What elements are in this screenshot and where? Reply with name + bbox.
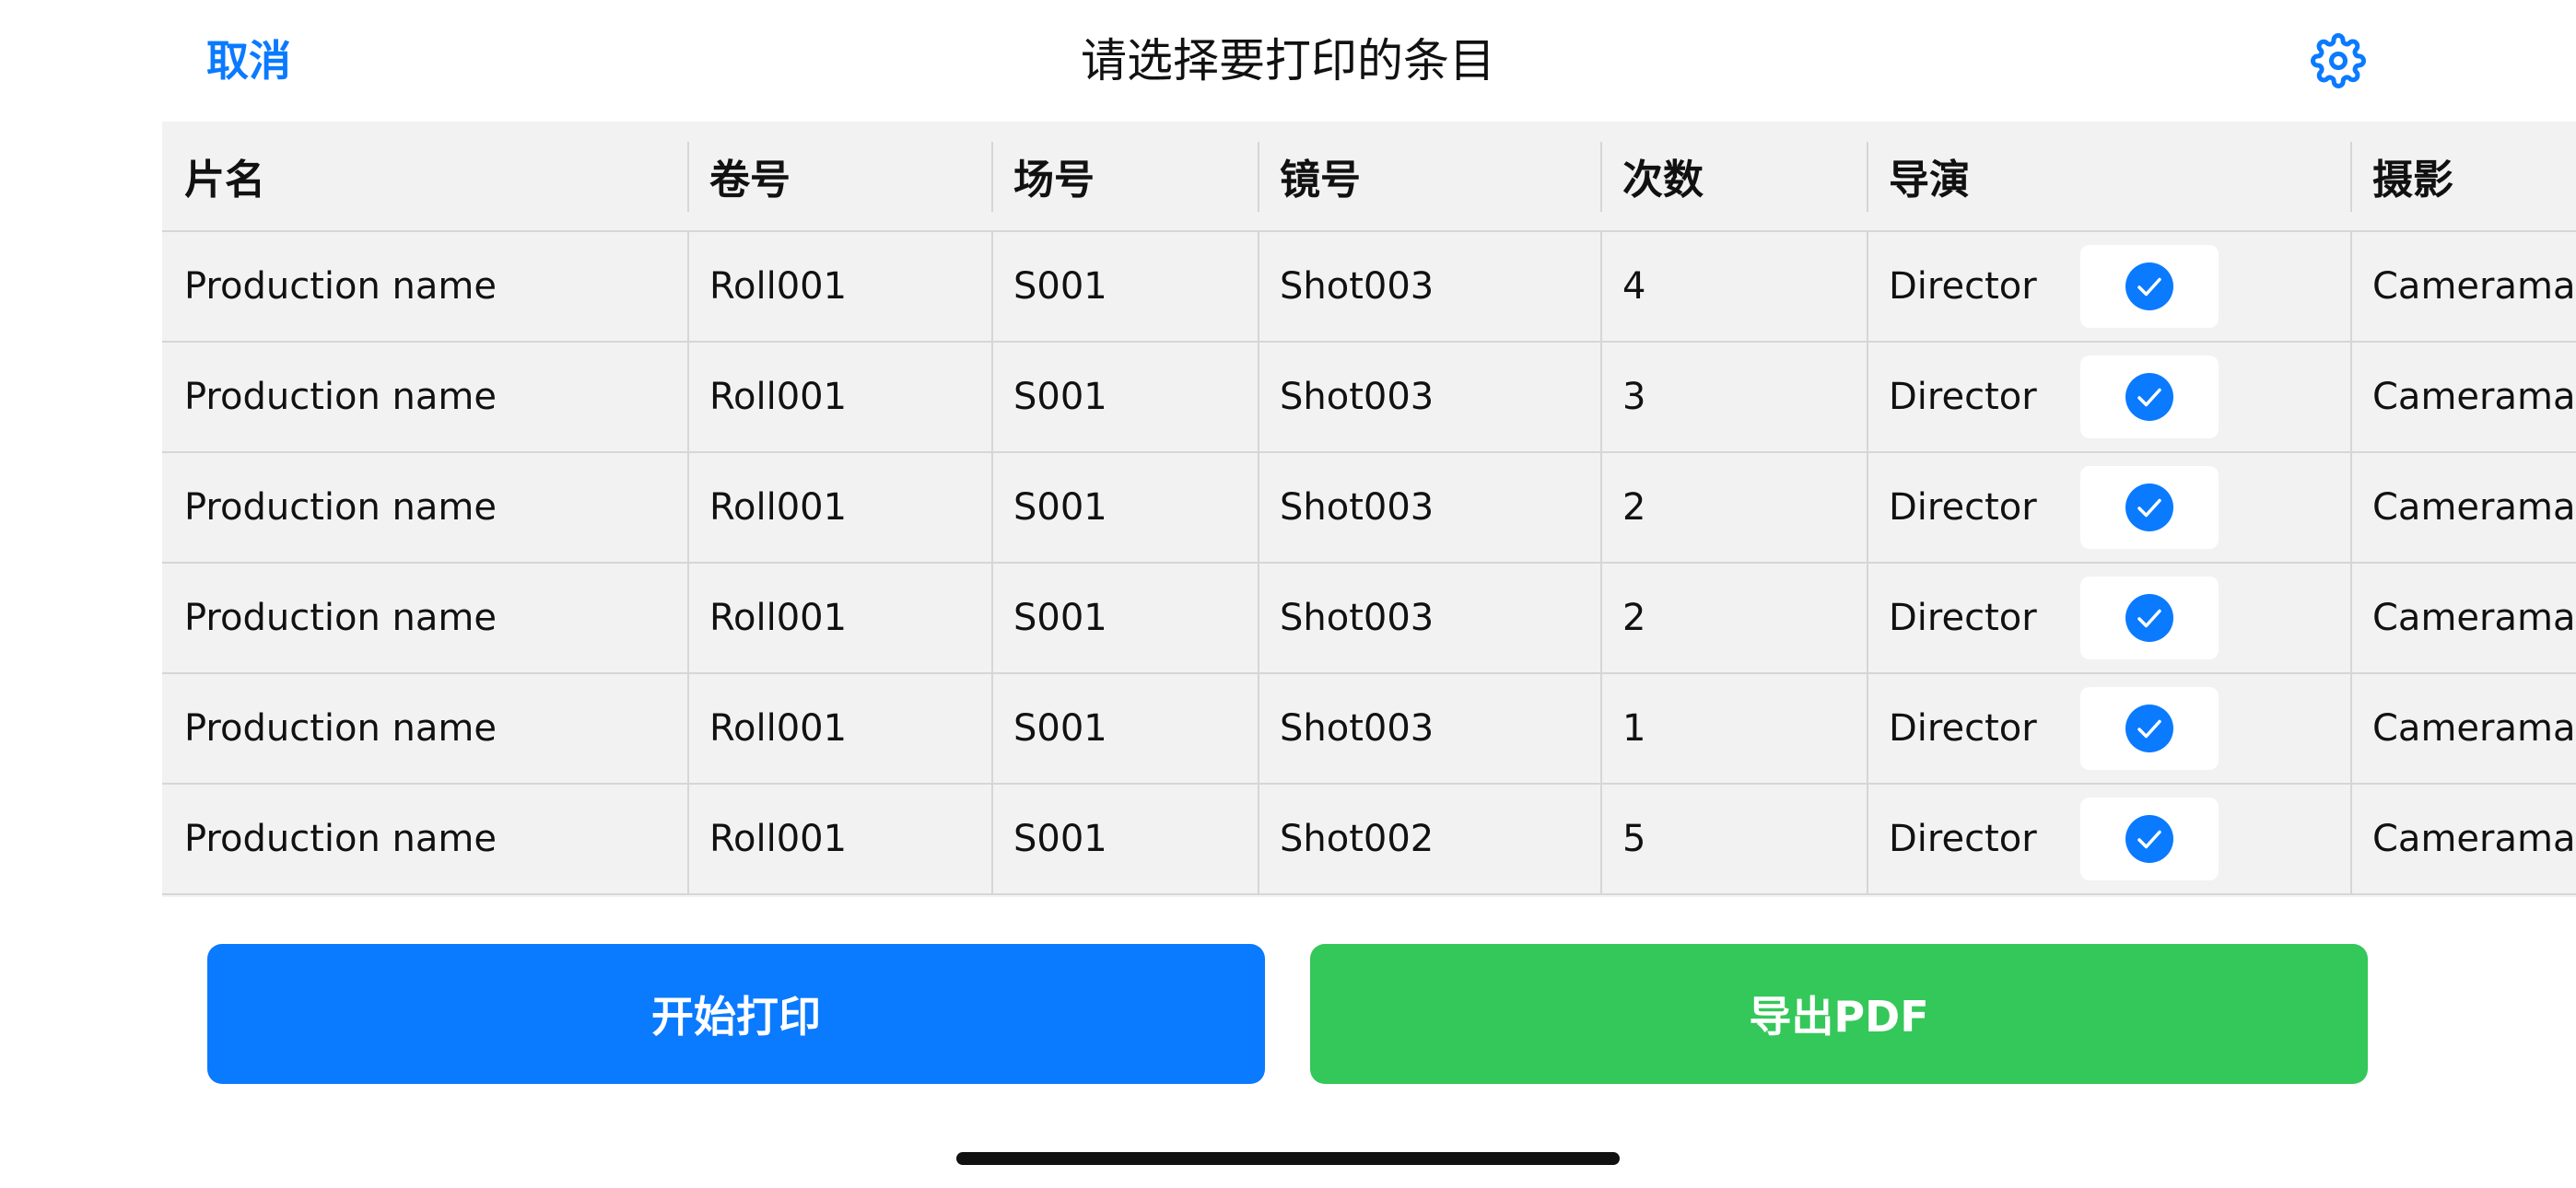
cell-director: Director — [1889, 597, 2037, 639]
checkmark-circle-icon — [2125, 373, 2173, 421]
cell-director: Director — [1889, 265, 2037, 308]
cell-shot: Shot003 — [1280, 707, 1434, 750]
cell-shot: Shot002 — [1280, 818, 1434, 860]
cell-camera: Cameraman — [2372, 707, 2576, 750]
print-selection-screen: 请选择要打印的条目 取消 片名 卷号 场号 镜号 次数 导演 摄影 Produc… — [0, 0, 2576, 1188]
page-title: 请选择要打印的条目 — [1081, 34, 1495, 87]
cell-take: 1 — [1622, 707, 1646, 750]
home-indicator[interactable] — [956, 1152, 1620, 1165]
gear-icon — [2311, 33, 2366, 88]
cell-shot: Shot003 — [1280, 265, 1434, 308]
cancel-button[interactable]: 取消 — [206, 31, 291, 90]
cell-camera: Cameraman — [2372, 265, 2576, 308]
cell-take: 2 — [1622, 486, 1646, 529]
cell-take: 4 — [1622, 265, 1646, 308]
cell-production: Production name — [184, 486, 497, 529]
checkmark-circle-icon — [2125, 815, 2173, 863]
table-row[interactable]: Production name Roll001 S001 Shot003 1 D… — [162, 674, 2576, 785]
checkmark-circle-icon — [2125, 594, 2173, 642]
entries-table: 片名 卷号 场号 镜号 次数 导演 摄影 Production name Rol… — [162, 122, 2576, 897]
cell-production: Production name — [184, 818, 497, 860]
navigation-bar: 请选择要打印的条目 取消 — [0, 0, 2576, 122]
row-select-checkbox[interactable] — [2080, 687, 2219, 770]
cell-take: 2 — [1622, 597, 1646, 639]
row-select-checkbox[interactable] — [2080, 577, 2219, 659]
checkmark-circle-icon — [2125, 262, 2173, 310]
cell-take: 5 — [1622, 818, 1646, 860]
cell-roll: Roll001 — [709, 486, 848, 529]
row-select-checkbox[interactable] — [2080, 466, 2219, 549]
cell-shot: Shot003 — [1280, 597, 1434, 639]
cell-camera: Cameraman — [2372, 818, 2576, 860]
cell-shot: Shot003 — [1280, 486, 1434, 529]
table-row[interactable]: Production name Roll001 S001 Shot003 2 D… — [162, 564, 2576, 674]
checkmark-circle-icon — [2125, 483, 2173, 531]
column-header-scene: 场号 — [1013, 157, 1095, 204]
row-select-checkbox[interactable] — [2080, 355, 2219, 438]
start-print-button[interactable]: 开始打印 — [207, 944, 1265, 1084]
cell-director: Director — [1889, 818, 2037, 860]
cell-camera: Cameraman — [2372, 597, 2576, 639]
table-row[interactable]: Production name Roll001 S001 Shot003 4 D… — [162, 232, 2576, 343]
column-header-production: 片名 — [184, 157, 265, 204]
cell-scene: S001 — [1013, 818, 1107, 860]
column-header-shot: 镜号 — [1280, 157, 1361, 204]
export-pdf-button[interactable]: 导出PDF — [1310, 944, 2368, 1084]
column-header-director: 导演 — [1889, 157, 1970, 204]
cell-production: Production name — [184, 265, 497, 308]
column-header-take: 次数 — [1622, 157, 1704, 204]
cell-scene: S001 — [1013, 265, 1107, 308]
settings-button[interactable] — [2311, 33, 2366, 88]
cell-scene: S001 — [1013, 597, 1107, 639]
column-header-roll: 卷号 — [709, 157, 790, 204]
column-header-camera: 摄影 — [2372, 157, 2453, 204]
cell-production: Production name — [184, 597, 497, 639]
cell-scene: S001 — [1013, 707, 1107, 750]
row-select-checkbox[interactable] — [2080, 245, 2219, 328]
cell-director: Director — [1889, 376, 2037, 418]
cell-shot: Shot003 — [1280, 376, 1434, 418]
cell-scene: S001 — [1013, 486, 1107, 529]
table-row[interactable]: Production name Roll001 S001 Shot003 2 D… — [162, 453, 2576, 564]
cell-production: Production name — [184, 707, 497, 750]
cell-take: 3 — [1622, 376, 1646, 418]
checkmark-circle-icon — [2125, 705, 2173, 752]
row-select-checkbox[interactable] — [2080, 798, 2219, 880]
cell-roll: Roll001 — [709, 265, 848, 308]
cell-roll: Roll001 — [709, 707, 848, 750]
table-row[interactable]: Production name Roll001 S001 Shot003 3 D… — [162, 343, 2576, 453]
table-row[interactable]: Production name Roll001 S001 Shot002 5 D… — [162, 785, 2576, 895]
cell-camera: Cameraman — [2372, 376, 2576, 418]
cell-production: Production name — [184, 376, 497, 418]
cell-roll: Roll001 — [709, 597, 848, 639]
cell-director: Director — [1889, 707, 2037, 750]
cell-roll: Roll001 — [709, 376, 848, 418]
cell-roll: Roll001 — [709, 818, 848, 860]
cell-camera: Cameraman — [2372, 486, 2576, 529]
cell-scene: S001 — [1013, 376, 1107, 418]
table-header-row: 片名 卷号 场号 镜号 次数 导演 摄影 — [162, 122, 2576, 232]
cell-director: Director — [1889, 486, 2037, 529]
